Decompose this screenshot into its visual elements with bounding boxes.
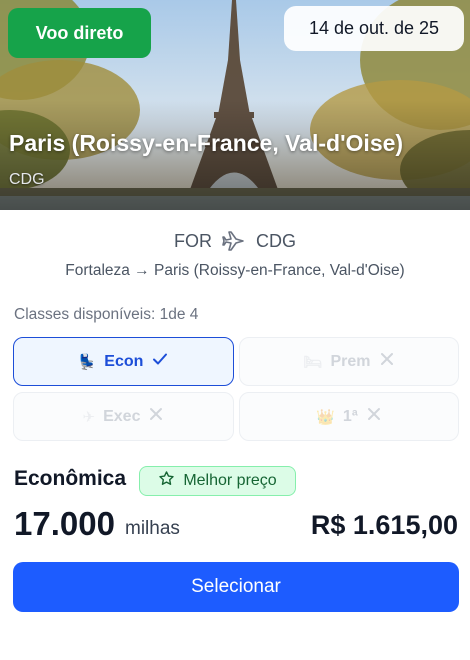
classes-available-label: Classes disponíveis: 1de 4: [14, 306, 199, 323]
x-icon: [366, 406, 382, 427]
miles-amount: 17.000: [14, 505, 115, 542]
class-option-label: Exec: [103, 407, 141, 425]
best-price-badge: Melhor preço: [139, 466, 296, 496]
class-option-label: Econ: [104, 352, 144, 370]
select-button[interactable]: Selecionar: [13, 562, 459, 612]
x-icon: [379, 351, 395, 372]
airplane-icon: [222, 229, 246, 253]
class-option-prem[interactable]: 🛏 Prem: [239, 337, 459, 386]
destination-code: CDG: [9, 171, 45, 188]
cash-price: R$ 1.615,00: [310, 510, 458, 540]
star-icon: [158, 470, 175, 492]
class-option-exec[interactable]: ✈ Exec: [13, 392, 234, 441]
crown-icon: 👑: [316, 408, 335, 426]
route-summary: FOR CDG: [0, 229, 470, 253]
bed-icon: 🛏: [303, 353, 323, 371]
destination-hero: Voo direto 14 de out. de 25 Paris (Roiss…: [0, 0, 470, 210]
x-icon: [148, 406, 164, 427]
check-icon: [151, 350, 169, 373]
class-option-label: Prem: [330, 352, 371, 370]
route-full-names: Fortaleza → Paris (Roissy-en-France, Val…: [65, 262, 405, 279]
miles-unit: milhas: [125, 518, 180, 539]
best-price-label: Melhor preço: [183, 472, 277, 489]
destination-code-route: CDG: [256, 230, 296, 251]
flight-date-badge: 14 de out. de 25: [284, 6, 464, 51]
airplane-icon: ✈: [82, 408, 96, 426]
destination-title: Paris (Roissy-en-France, Val-d'Oise): [9, 130, 404, 156]
class-option-econ[interactable]: 💺 Econ: [13, 337, 234, 386]
origin-code: FOR: [174, 230, 212, 251]
seat-icon: 💺: [77, 353, 97, 371]
direct-flight-badge: Voo direto: [8, 8, 151, 58]
selected-class-name: Econômica: [14, 467, 127, 490]
class-option-label: 1ª: [342, 407, 358, 425]
class-option-first[interactable]: 👑 1ª: [239, 392, 459, 441]
